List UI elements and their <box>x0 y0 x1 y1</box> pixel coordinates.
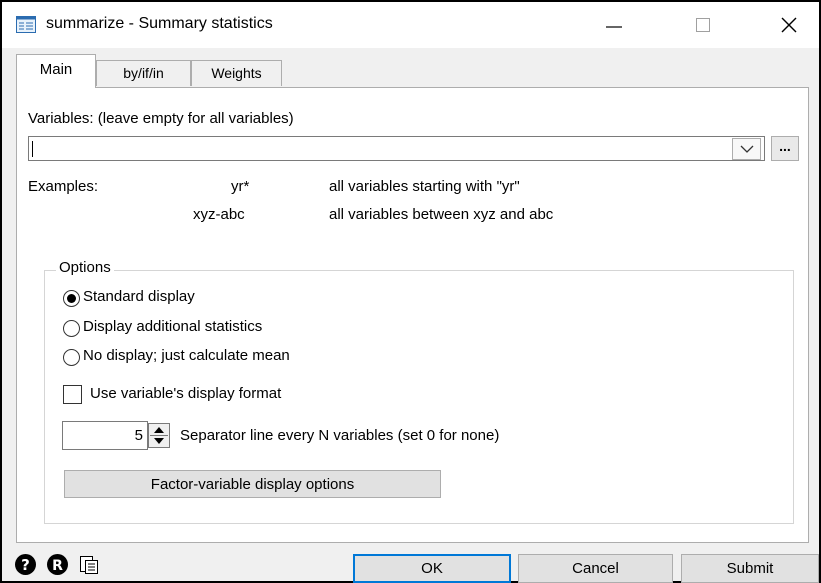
radio-no-display[interactable] <box>63 349 80 366</box>
dialog-app-icon <box>16 16 36 33</box>
maximize-icon <box>696 18 710 32</box>
ok-button[interactable]: OK <box>353 554 511 583</box>
close-icon <box>781 17 797 33</box>
factor-variable-display-options-button[interactable]: Factor-variable display options <box>64 470 441 498</box>
svg-text:R: R <box>52 558 63 574</box>
display-format-checkbox[interactable] <box>63 385 82 404</box>
separator-spinner-input[interactable]: 5 <box>62 421 148 450</box>
separator-spinner-buttons[interactable] <box>148 423 170 448</box>
cancel-button[interactable]: Cancel <box>518 554 673 583</box>
radio-standard-display[interactable] <box>63 290 80 307</box>
radio-no-display-label[interactable]: No display; just calculate mean <box>83 347 290 364</box>
svg-text:?: ? <box>21 556 30 574</box>
reset-icon[interactable]: R <box>46 553 69 576</box>
example-pattern: xyz-abc <box>193 206 245 223</box>
tab-main[interactable]: Main <box>16 54 96 88</box>
radio-selected-dot <box>67 294 76 303</box>
options-legend: Options <box>56 259 114 276</box>
radio-additional-statistics[interactable] <box>63 320 80 337</box>
tab-weights[interactable]: Weights <box>191 60 282 86</box>
title-bar[interactable]: summarize - Summary statistics <box>2 2 819 48</box>
variables-label: Variables: (leave empty for all variable… <box>28 110 294 127</box>
copy-command-icon[interactable] <box>78 553 101 576</box>
variables-input[interactable] <box>28 136 765 161</box>
example-description: all variables starting with "yr" <box>329 178 520 195</box>
radio-standard-display-label[interactable]: Standard display <box>83 288 195 305</box>
minimize-icon <box>606 26 622 28</box>
text-caret <box>32 141 33 157</box>
examples-heading: Examples: <box>28 178 99 195</box>
minimize-button[interactable] <box>585 2 643 48</box>
display-format-checkbox-label[interactable]: Use variable's display format <box>90 385 281 402</box>
browse-variables-button[interactable]: ... <box>771 136 799 161</box>
example-description: all variables between xyz and abc <box>329 206 554 223</box>
window-title: summarize - Summary statistics <box>46 15 273 32</box>
radio-additional-statistics-label[interactable]: Display additional statistics <box>83 318 262 335</box>
close-button[interactable] <box>760 2 818 48</box>
example-pattern: yr* <box>231 178 250 195</box>
separator-label: Separator line every N variables (set 0 … <box>180 427 500 444</box>
tab-by-if-in[interactable]: by/if/in <box>96 60 191 86</box>
summarize-dialog: summarize - Summary statistics Main by/i… <box>0 0 821 583</box>
submit-button[interactable]: Submit <box>681 554 819 583</box>
chevron-down-icon <box>740 145 753 153</box>
help-icon[interactable]: ? <box>14 553 37 576</box>
spinner-arrows-icon <box>150 427 168 444</box>
variables-dropdown-button[interactable] <box>732 138 761 160</box>
maximize-button[interactable] <box>674 2 732 48</box>
